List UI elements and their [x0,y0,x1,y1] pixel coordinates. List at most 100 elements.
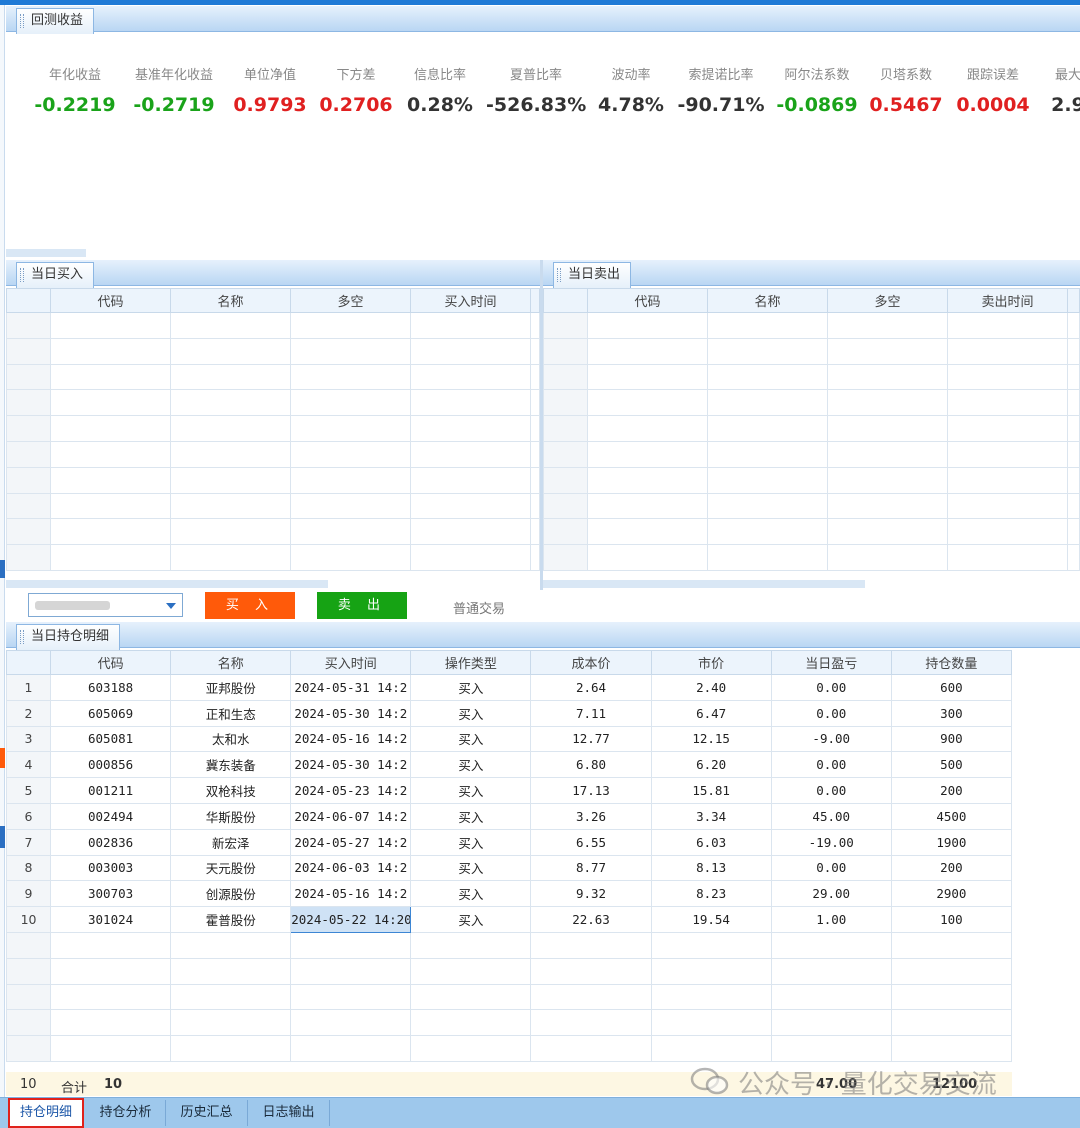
column-header[interactable]: 当日盈亏 [770,650,892,675]
table-cell[interactable] [707,544,828,571]
table-cell[interactable] [290,312,411,339]
table-cell[interactable]: 605069 [50,699,172,727]
column-header[interactable]: 多空 [290,288,411,313]
column-header[interactable]: 多空 [827,288,948,313]
table-cell[interactable] [170,337,291,365]
table-cell[interactable]: 8.23 [650,880,772,908]
table-cell[interactable] [410,983,532,1011]
table-cell[interactable] [290,492,411,520]
table-row[interactable]: 8 003003 天元股份 2024-06-03 14:2 买入 8.77 8.13 0.00… [5,854,1013,882]
table-cell[interactable] [650,957,772,985]
table-cell[interactable]: 22.63 [530,906,652,933]
table-cell[interactable] [587,440,708,468]
table-cell[interactable] [410,931,532,959]
table-cell[interactable]: 2.40 [650,674,772,701]
table-cell[interactable] [50,492,171,520]
table-cell[interactable] [410,312,531,339]
table-row[interactable] [6,363,540,391]
column-header[interactable]: 买入时间 [410,288,531,313]
table-cell[interactable] [170,931,292,959]
positions-table[interactable]: 代码 名称 买入时间 操作类型 成本价 市价 当日盈亏 持仓数量 1 603188 亚邦股份 2024… [5,650,1013,1062]
table-row[interactable]: 2 605069 正和生态 2024-05-30 14:2 买入 7.11 6.47 0.00… [5,699,1013,727]
table-cell[interactable] [890,931,1013,959]
table-cell[interactable]: 600 [890,674,1013,701]
table-cell[interactable]: 2024-05-16 14:2 [290,880,412,908]
table-cell[interactable]: 霍普股份 [170,906,292,933]
table-cell[interactable] [650,1035,772,1062]
table-cell[interactable] [290,389,411,417]
table-cell[interactable] [707,389,828,417]
table-cell[interactable] [707,518,828,546]
drag-grip-icon[interactable] [20,14,24,28]
table-row[interactable] [5,957,1013,985]
table-cell[interactable] [50,440,171,468]
table-cell[interactable]: 2.64 [530,674,652,701]
buy-table[interactable]: 代码 名称 多空 买入时间 [6,288,540,571]
metrics-scrollbar[interactable] [6,249,86,257]
table-cell[interactable]: 200 [890,777,1013,804]
table-cell[interactable] [410,337,531,365]
column-header[interactable]: 代码 [50,288,171,313]
table-cell[interactable] [890,1035,1013,1062]
table-cell[interactable]: 300703 [50,880,172,908]
table-cell[interactable] [50,544,171,571]
table-cell[interactable] [947,389,1068,417]
table-cell[interactable] [587,312,708,339]
table-cell[interactable] [50,337,171,365]
table-cell[interactable] [50,1035,172,1062]
table-cell[interactable]: 003003 [50,854,172,882]
table-row[interactable] [6,312,540,339]
table-row[interactable] [543,466,1080,494]
table-cell[interactable]: 2024-05-27 14:2 [290,828,412,856]
table-cell[interactable]: 买入 [410,751,532,779]
table-cell[interactable] [947,466,1068,494]
table-cell[interactable]: 3.26 [530,802,652,830]
table-cell[interactable] [827,466,948,494]
table-cell[interactable] [947,518,1068,546]
table-cell[interactable] [170,440,291,468]
table-cell[interactable] [650,1009,772,1037]
table-cell[interactable] [410,957,532,985]
column-header[interactable]: 成本价 [530,650,652,675]
table-cell[interactable]: 7.11 [530,699,652,727]
table-cell[interactable]: 301024 [50,906,172,933]
table-cell[interactable] [290,415,411,442]
table-cell[interactable] [707,492,828,520]
table-row[interactable] [543,440,1080,468]
table-cell[interactable]: 900 [890,725,1013,753]
table-cell[interactable]: 29.00 [770,880,892,908]
table-row[interactable]: 5 001211 双枪科技 2024-05-23 14:2 买入 17.13 15.81 0.… [5,777,1013,804]
table-cell[interactable]: 15.81 [650,777,772,804]
table-cell[interactable]: 500 [890,751,1013,779]
tab-position-analysis[interactable]: 持仓分析 [86,1100,166,1126]
table-cell[interactable] [947,415,1068,442]
table-cell[interactable] [827,337,948,365]
table-cell[interactable] [530,1009,652,1037]
table-cell[interactable] [290,1035,412,1062]
table-cell[interactable] [947,312,1068,339]
drag-grip-icon[interactable] [557,268,561,282]
table-cell[interactable]: 2900 [890,880,1013,908]
table-cell[interactable] [290,544,411,571]
table-cell[interactable] [587,389,708,417]
table-cell[interactable]: 0.00 [770,751,892,779]
table-cell[interactable]: 2024-05-16 14:2 [290,725,412,753]
table-cell[interactable] [530,957,652,985]
table-cell[interactable]: 买入 [410,906,532,933]
table-cell[interactable] [290,440,411,468]
table-cell[interactable]: 0.00 [770,777,892,804]
drag-grip-icon[interactable] [20,630,24,644]
table-cell[interactable] [827,312,948,339]
table-cell[interactable] [50,931,172,959]
table-cell[interactable]: 4500 [890,802,1013,830]
column-header[interactable]: 持仓数量 [890,650,1013,675]
column-header[interactable]: 买入时间 [290,650,412,675]
table-cell[interactable] [530,931,652,959]
table-cell[interactable]: 新宏泽 [170,828,292,856]
table-row[interactable] [543,518,1080,546]
table-cell[interactable] [587,492,708,520]
table-cell[interactable] [290,957,412,985]
table-cell[interactable]: 2024-05-30 14:2 [290,751,412,779]
table-cell[interactable] [50,957,172,985]
table-cell[interactable] [707,440,828,468]
